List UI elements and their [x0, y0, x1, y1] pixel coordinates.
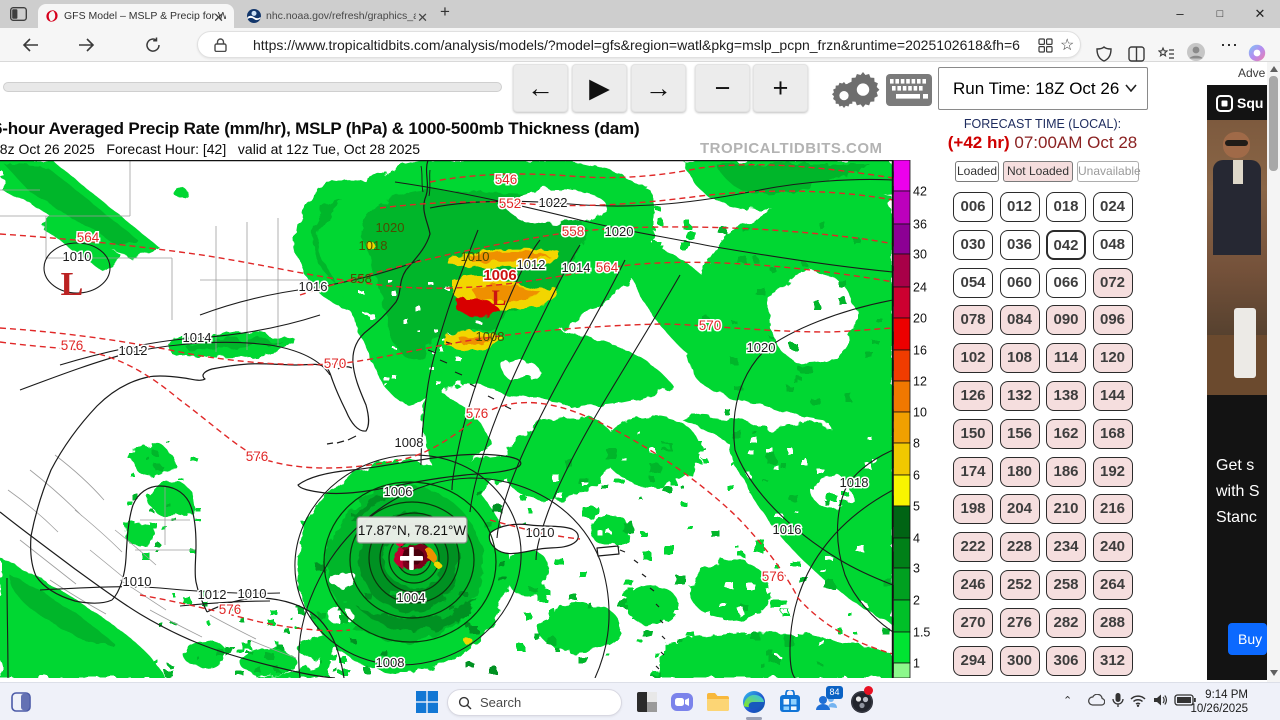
svg-text:1004: 1004 — [397, 590, 426, 605]
svg-text:42: 42 — [913, 185, 927, 199]
svg-text:1010: 1010 — [526, 525, 555, 540]
svg-text:1012: 1012 — [198, 587, 227, 602]
svg-text:1006: 1006 — [384, 484, 413, 499]
svg-text:570: 570 — [324, 356, 347, 371]
svg-text:1010: 1010 — [123, 574, 152, 589]
svg-text:1012: 1012 — [119, 343, 148, 358]
svg-text:1018: 1018 — [359, 238, 388, 253]
svg-text:2: 2 — [913, 594, 920, 608]
svg-text:17.87°N, 78.21°W: 17.87°N, 78.21°W — [358, 523, 467, 538]
svg-text:30: 30 — [913, 248, 927, 262]
svg-text:576: 576 — [246, 449, 269, 464]
svg-text:36: 36 — [913, 218, 927, 232]
svg-text:1008: 1008 — [376, 655, 405, 670]
svg-text:8: 8 — [913, 437, 920, 451]
svg-text:1022: 1022 — [539, 195, 568, 210]
svg-text:1020: 1020 — [605, 224, 634, 239]
svg-text:1014: 1014 — [562, 260, 591, 275]
svg-text:1: 1 — [913, 657, 920, 671]
svg-text:1010: 1010 — [63, 249, 92, 264]
svg-text:16: 16 — [913, 344, 927, 358]
svg-text:1006: 1006 — [483, 267, 516, 284]
svg-text:1020: 1020 — [747, 340, 776, 355]
svg-text:1008: 1008 — [395, 435, 424, 450]
svg-text:1008: 1008 — [476, 329, 505, 344]
svg-text:570: 570 — [699, 318, 722, 333]
svg-text:24: 24 — [913, 281, 927, 295]
svg-text:L: L — [492, 285, 507, 310]
svg-text:1020: 1020 — [376, 220, 405, 235]
svg-text:5: 5 — [913, 500, 920, 514]
svg-text:576: 576 — [466, 406, 489, 421]
svg-text:1014: 1014 — [183, 330, 212, 345]
svg-text:558: 558 — [350, 271, 372, 286]
svg-text:546: 546 — [495, 172, 518, 187]
svg-text:10: 10 — [913, 406, 927, 420]
svg-text:12: 12 — [913, 375, 927, 389]
svg-text:3: 3 — [913, 562, 920, 576]
svg-text:1016: 1016 — [299, 279, 328, 294]
svg-text:1010: 1010 — [238, 586, 267, 601]
svg-text:L: L — [61, 266, 84, 303]
svg-text:1.5: 1.5 — [913, 626, 930, 640]
svg-text:20: 20 — [913, 312, 927, 326]
svg-text:576: 576 — [219, 602, 242, 617]
svg-text:558: 558 — [562, 224, 585, 239]
svg-text:576: 576 — [61, 338, 84, 353]
svg-text:6: 6 — [913, 469, 920, 483]
svg-text:1018: 1018 — [840, 475, 869, 490]
svg-text:576: 576 — [762, 569, 785, 584]
svg-text:564: 564 — [77, 230, 100, 245]
svg-text:1012: 1012 — [517, 257, 546, 272]
svg-text:1010: 1010 — [461, 249, 490, 264]
svg-text:1016: 1016 — [773, 522, 802, 537]
svg-text:4: 4 — [913, 532, 920, 546]
svg-text:564: 564 — [596, 260, 619, 275]
svg-text:552: 552 — [499, 196, 522, 211]
